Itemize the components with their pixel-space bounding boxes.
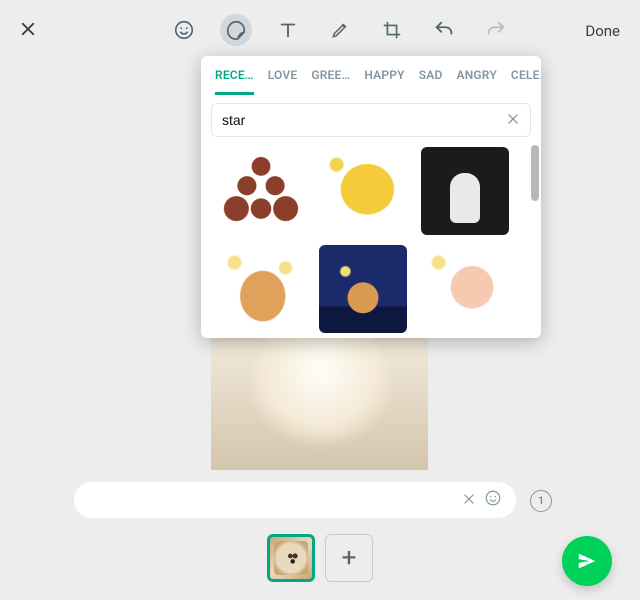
add-attachment-button[interactable]: +	[325, 534, 373, 582]
sticker-result[interactable]	[421, 245, 509, 333]
tab-happy[interactable]: HAPPY	[364, 68, 404, 95]
draw-tool-button[interactable]	[324, 14, 356, 46]
tab-sad[interactable]: SAD	[419, 68, 443, 95]
tab-angry[interactable]: ANGRY	[457, 68, 497, 95]
sticker-category-tabs: RECE… LOVE GREE… HAPPY SAD ANGRY CELE…	[201, 56, 541, 95]
send-button[interactable]	[562, 536, 612, 586]
attachment-thumbnails: +	[0, 534, 640, 582]
caption-emoji-button[interactable]	[484, 489, 502, 511]
attachment-thumb[interactable]	[267, 534, 315, 582]
sticker-result[interactable]	[319, 245, 407, 333]
draw-tool-icon	[330, 20, 350, 40]
crop-tool-button[interactable]	[376, 14, 408, 46]
close-icon	[462, 492, 476, 506]
sticker-result[interactable]	[421, 147, 509, 235]
sticker-result[interactable]	[319, 147, 407, 235]
tab-greetings[interactable]: GREE…	[311, 68, 350, 95]
clear-search-button[interactable]	[506, 111, 520, 130]
undo-button[interactable]	[428, 14, 460, 46]
close-button[interactable]	[18, 19, 38, 39]
sticker-panel: RECE… LOVE GREE… HAPPY SAD ANGRY CELE…	[201, 56, 541, 338]
caption-input[interactable]	[88, 492, 462, 508]
crop-tool-icon	[381, 19, 403, 41]
text-tool-icon	[277, 19, 299, 41]
sticker-search-input[interactable]	[222, 112, 506, 128]
tab-celebrate[interactable]: CELE…	[511, 68, 541, 95]
emoji-tool-button[interactable]	[168, 14, 200, 46]
caption-clear-button[interactable]	[462, 491, 476, 510]
tab-recent[interactable]: RECE…	[215, 68, 254, 95]
sticker-result[interactable]	[217, 245, 305, 333]
sticker-icon	[225, 19, 247, 41]
sticker-search-row	[211, 103, 531, 137]
sticker-results-grid	[201, 143, 541, 338]
done-button[interactable]: Done	[585, 22, 620, 40]
caption-bar	[74, 482, 516, 518]
undo-icon	[433, 19, 455, 41]
close-icon	[19, 20, 37, 38]
sticker-result[interactable]	[217, 147, 305, 235]
emoji-icon	[484, 489, 502, 507]
editor-toolbar	[168, 14, 512, 46]
sticker-scrollbar[interactable]	[531, 145, 539, 201]
send-icon	[576, 550, 598, 572]
close-icon	[506, 112, 520, 126]
tab-love[interactable]: LOVE	[268, 68, 298, 95]
sticker-tool-button[interactable]	[220, 14, 252, 46]
redo-button	[480, 14, 512, 46]
hd-quality-button[interactable]: 1	[530, 490, 552, 512]
redo-icon	[485, 19, 507, 41]
emoji-icon	[173, 19, 195, 41]
text-tool-button[interactable]	[272, 14, 304, 46]
